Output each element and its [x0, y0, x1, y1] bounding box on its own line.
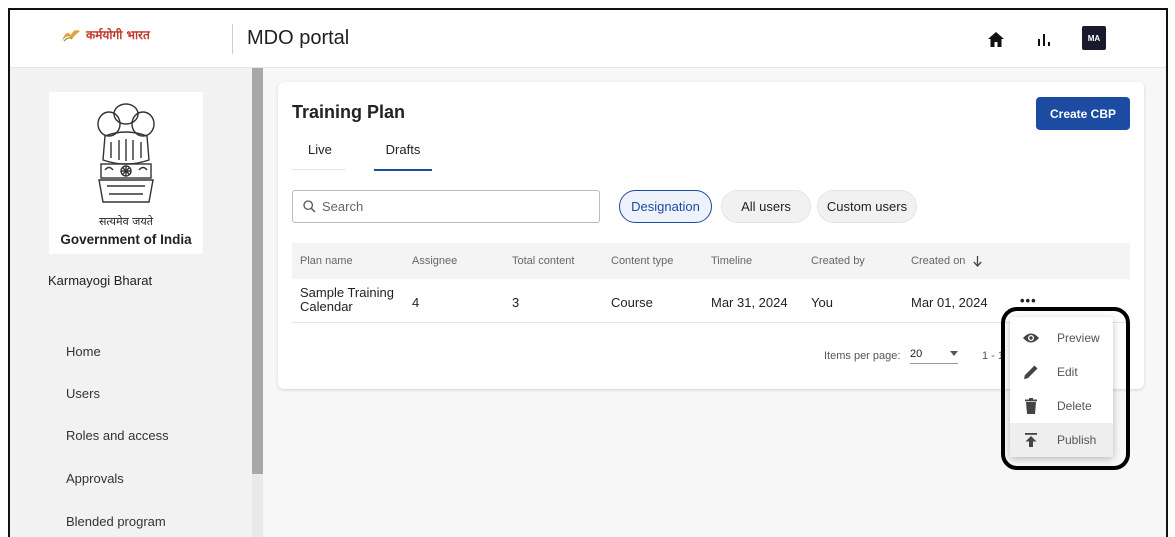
- cell-timeline: Mar 31, 2024: [711, 295, 788, 310]
- search-input[interactable]: [322, 199, 582, 214]
- bar-chart-icon[interactable]: [1034, 30, 1054, 48]
- sidebar-item-approvals[interactable]: Approvals: [66, 471, 124, 486]
- cell-created-by: You: [811, 295, 833, 310]
- page-title: Training Plan: [292, 102, 406, 122]
- more-actions-icon[interactable]: •••: [1020, 293, 1037, 308]
- column-header-created-on-label: Created on: [911, 255, 966, 267]
- home-icon[interactable]: [986, 30, 1006, 48]
- government-emblem-card: सत्यमेव जयते Government of India: [49, 92, 203, 254]
- topbar-divider: [232, 24, 233, 54]
- items-per-page-select[interactable]: 20: [910, 344, 958, 364]
- table-header: Plan name Assignee Total content Content…: [292, 243, 1130, 279]
- column-header-plan-name[interactable]: Plan name: [300, 255, 353, 267]
- top-bar: कर्मयोगी भारत MDO portal MA: [10, 10, 1166, 68]
- government-name: Government of India: [60, 232, 192, 247]
- search-icon: [303, 200, 316, 213]
- cell-plan-name-line1: Sample Training: [300, 285, 394, 300]
- column-header-created-on[interactable]: Created on: [911, 255, 982, 267]
- column-header-assignee[interactable]: Assignee: [412, 255, 457, 267]
- tab-drafts[interactable]: Drafts: [374, 142, 432, 171]
- search-box[interactable]: [292, 190, 600, 223]
- column-header-content-type[interactable]: Content type: [611, 255, 673, 267]
- cell-assignee: 4: [412, 295, 420, 310]
- sidebar-item-blended-program[interactable]: Blended program: [66, 514, 166, 529]
- cell-plan-name-line2: Calendar: [300, 299, 353, 314]
- cell-created-on: Mar 01, 2024: [911, 295, 988, 310]
- national-emblem-icon: [97, 103, 155, 203]
- organization-name: Karmayogi Bharat: [48, 273, 153, 288]
- filter-chip-all-users[interactable]: All users: [721, 190, 811, 223]
- national-motto: सत्यमेव जयते: [98, 215, 153, 228]
- sidebar-item-home[interactable]: Home: [66, 344, 101, 359]
- column-header-created-by[interactable]: Created by: [811, 255, 865, 267]
- cell-plan-name: Sample Training Calendar: [300, 286, 394, 314]
- create-cbp-button[interactable]: Create CBP: [1036, 97, 1130, 130]
- items-per-page-label: Items per page:: [824, 350, 901, 362]
- sidebar-item-users[interactable]: Users: [66, 386, 100, 401]
- leaf-logo-icon: [62, 29, 80, 41]
- cell-content-type: Course: [611, 295, 653, 310]
- cell-total-content: 3: [512, 295, 520, 310]
- items-per-page-value: 20: [910, 347, 923, 360]
- sidebar-scrollbar-thumb[interactable]: [252, 68, 263, 474]
- annotation-highlight-box: [1001, 307, 1130, 470]
- portal-title: MDO portal: [247, 27, 350, 49]
- user-avatar[interactable]: MA: [1082, 26, 1106, 50]
- karmayogi-logo[interactable]: कर्मयोगी भारत: [60, 26, 150, 43]
- tab-live[interactable]: Live: [292, 142, 346, 170]
- sidebar-item-roles-and-access[interactable]: Roles and access: [66, 428, 169, 443]
- app-window: कर्मयोगी भारत MDO portal MA सत्यमेव जयते…: [8, 8, 1168, 537]
- logo-text: कर्मयोगी भारत: [86, 28, 150, 42]
- sidebar: सत्यमेव जयते Government of India Karmayo…: [10, 68, 252, 537]
- filter-chip-designation[interactable]: Designation: [619, 190, 712, 223]
- dropdown-caret-icon: [950, 351, 958, 356]
- column-header-timeline[interactable]: Timeline: [711, 255, 752, 267]
- filter-chip-custom-users[interactable]: Custom users: [817, 190, 917, 223]
- sort-arrow-down-icon[interactable]: [972, 255, 982, 267]
- column-header-total-content[interactable]: Total content: [512, 255, 574, 267]
